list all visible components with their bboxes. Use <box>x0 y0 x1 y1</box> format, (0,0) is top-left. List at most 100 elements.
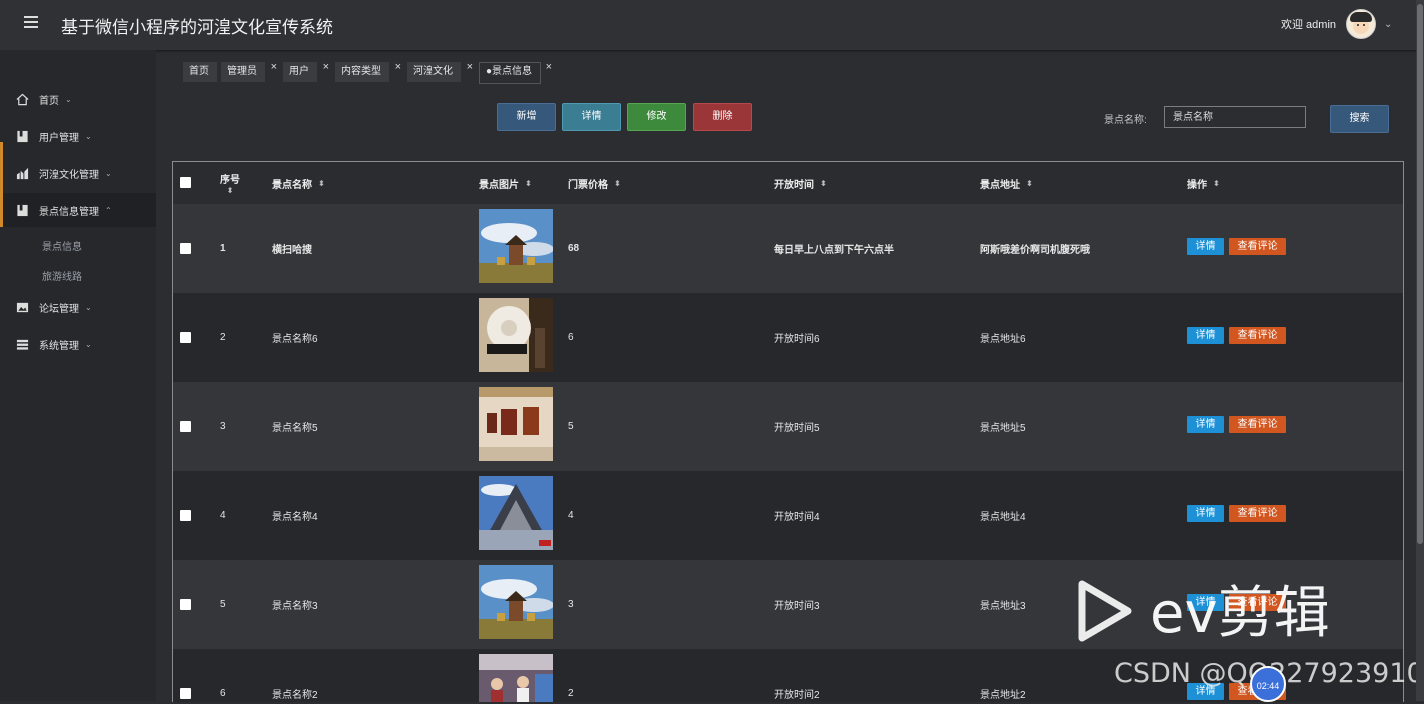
row-address: 景点地址6 <box>980 334 1026 345</box>
sidebar: 首页 ⌄ 用户管理 ⌄ 河湟文化管理 ⌄ 景点信息管理 ⌃ 景点信息 旅游线路 … <box>0 50 156 701</box>
close-icon[interactable]: × <box>467 57 473 77</box>
sidebar-subitem-routes[interactable]: 旅游线路 <box>42 268 82 283</box>
scenic-image <box>479 476 553 550</box>
row-name: 横扫哈搜 <box>272 245 312 256</box>
row-checkbox[interactable] <box>180 688 191 699</box>
sidebar-item-culture[interactable]: 河湟文化管理 ⌄ <box>0 156 156 190</box>
tab-admin[interactable]: 管理员 × <box>221 61 277 82</box>
row-detail-button[interactable]: 详情 <box>1187 416 1224 433</box>
scrollbar-thumb[interactable] <box>1417 4 1423 544</box>
home-icon <box>16 93 29 105</box>
image-icon <box>16 302 29 312</box>
chevron-down-icon: ⌄ <box>105 168 112 178</box>
sidebar-item-home[interactable]: 首页 ⌄ <box>0 82 156 116</box>
view-comments-button[interactable]: 查看评论 <box>1229 238 1286 255</box>
bookmark-icon <box>17 204 28 216</box>
row-address: 景点地址3 <box>980 601 1026 612</box>
tab-user[interactable]: 用户 × <box>283 61 329 82</box>
row-checkbox[interactable] <box>180 421 191 432</box>
row-index: 6 <box>220 688 226 699</box>
header-name[interactable]: 景点名称 ⬍ <box>272 162 325 204</box>
sort-icon: ⬍ <box>525 178 532 188</box>
active-indicator <box>0 142 3 210</box>
tab-culture[interactable]: 河湟文化 × <box>407 61 473 82</box>
close-icon[interactable]: × <box>323 57 329 77</box>
header-image[interactable]: 景点图片 ⬍ <box>479 162 532 204</box>
sidebar-item-label: 首页 <box>39 95 59 107</box>
tab-content-type[interactable]: 内容类型 × <box>335 61 401 82</box>
menu-toggle-icon[interactable] <box>24 16 38 30</box>
sidebar-item-label: 用户管理 <box>39 132 79 144</box>
sidebar-item-label: 论坛管理 <box>39 303 79 315</box>
chevron-down-icon: ⌄ <box>65 94 72 104</box>
tab-bar: 首页 管理员 × 用户 × 内容类型 × 河湟文化 × ●景点信息 × <box>183 61 559 84</box>
detail-button[interactable]: 详情 <box>562 103 621 131</box>
user-menu[interactable]: 欢迎 admin ⌄ <box>1281 8 1392 40</box>
row-price: 68 <box>568 243 580 254</box>
header-actions[interactable]: 操作 ⬍ <box>1187 162 1220 204</box>
row-checkbox[interactable] <box>180 510 191 521</box>
table-row[interactable]: 3 景点名称5 5 开放时间5 景点地址5 详情 查看评论 <box>173 382 1403 471</box>
row-open-time: 开放时间6 <box>774 334 820 345</box>
view-comments-button[interactable]: 查看评论 <box>1229 505 1286 522</box>
sidebar-item-system[interactable]: 系统管理 ⌄ <box>0 327 156 361</box>
sidebar-item-scenic[interactable]: 景点信息管理 ⌃ <box>0 193 156 227</box>
close-icon[interactable]: × <box>546 58 552 76</box>
view-comments-button[interactable]: 查看评论 <box>1229 327 1286 344</box>
row-checkbox[interactable] <box>180 599 191 610</box>
tab-home[interactable]: 首页 <box>183 62 217 82</box>
select-all-checkbox[interactable] <box>180 177 191 188</box>
row-checkbox[interactable] <box>180 243 191 254</box>
header-index[interactable]: 序号 ⬍ <box>220 162 240 204</box>
close-icon[interactable]: × <box>395 57 401 77</box>
sidebar-item-users[interactable]: 用户管理 ⌄ <box>0 119 156 153</box>
sort-icon: ⬍ <box>226 186 234 195</box>
table-row[interactable]: 2 景点名称6 6 开放时间6 景点地址6 详情 查看评论 <box>173 293 1403 382</box>
scenic-image <box>479 209 553 283</box>
chevron-down-icon: ⌄ <box>85 131 92 141</box>
sort-icon: ⬍ <box>820 178 827 188</box>
search-button[interactable]: 搜索 <box>1330 105 1389 133</box>
sort-icon: ⬍ <box>614 178 621 188</box>
table-row[interactable]: 1 横扫哈搜 68 每日早上八点到下午六点半 阿斯哦差价啊司机腹死哦 详情 查看… <box>173 204 1403 293</box>
scenic-image <box>479 565 553 639</box>
close-icon[interactable]: × <box>271 57 277 77</box>
add-button[interactable]: 新增 <box>497 103 556 131</box>
row-detail-button[interactable]: 详情 <box>1187 238 1224 255</box>
row-detail-button[interactable]: 详情 <box>1187 327 1224 344</box>
chevron-down-icon[interactable]: ⌄ <box>1384 19 1392 30</box>
row-price: 6 <box>568 332 574 343</box>
row-name: 景点名称3 <box>272 601 318 612</box>
row-name: 景点名称4 <box>272 512 318 523</box>
edit-button[interactable]: 修改 <box>627 103 686 131</box>
sidebar-item-forum[interactable]: 论坛管理 ⌄ <box>0 290 156 324</box>
row-detail-button[interactable]: 详情 <box>1187 505 1224 522</box>
header-open-time[interactable]: 开放时间 ⬍ <box>774 162 827 204</box>
tab-scenic-info[interactable]: ●景点信息 × <box>479 61 552 84</box>
header-price[interactable]: 门票价格 ⬍ <box>568 162 621 204</box>
table-row[interactable]: 4 景点名称4 4 开放时间4 景点地址4 详情 查看评论 <box>173 471 1403 560</box>
time-badge: 02:44 <box>1250 666 1286 702</box>
delete-button[interactable]: 删除 <box>693 103 752 131</box>
ev-text: ev剪辑 <box>1150 581 1330 646</box>
sort-icon: ⬍ <box>1213 178 1220 188</box>
row-index: 3 <box>220 421 226 432</box>
scenic-image <box>479 654 553 702</box>
sidebar-item-label: 河湟文化管理 <box>39 169 99 181</box>
view-comments-button[interactable]: 查看评论 <box>1229 416 1286 433</box>
row-open-time: 开放时间5 <box>774 423 820 434</box>
ev-watermark: ev剪辑 <box>1076 576 1416 646</box>
avatar[interactable] <box>1346 9 1377 39</box>
row-price: 2 <box>568 688 574 699</box>
chevron-down-icon: ⌄ <box>85 302 92 312</box>
row-address: 景点地址5 <box>980 423 1026 434</box>
row-index: 4 <box>220 510 226 521</box>
chart-icon <box>16 167 29 179</box>
sort-icon: ⬍ <box>318 178 325 188</box>
chevron-up-icon: ⌃ <box>105 205 112 215</box>
sidebar-subitem-scenic-info[interactable]: 景点信息 <box>42 238 82 253</box>
header-address[interactable]: 景点地址 ⬍ <box>980 162 1033 204</box>
welcome-text: 欢迎 admin <box>1281 19 1337 31</box>
row-checkbox[interactable] <box>180 332 191 343</box>
search-input[interactable]: 景点名称 <box>1164 106 1306 128</box>
